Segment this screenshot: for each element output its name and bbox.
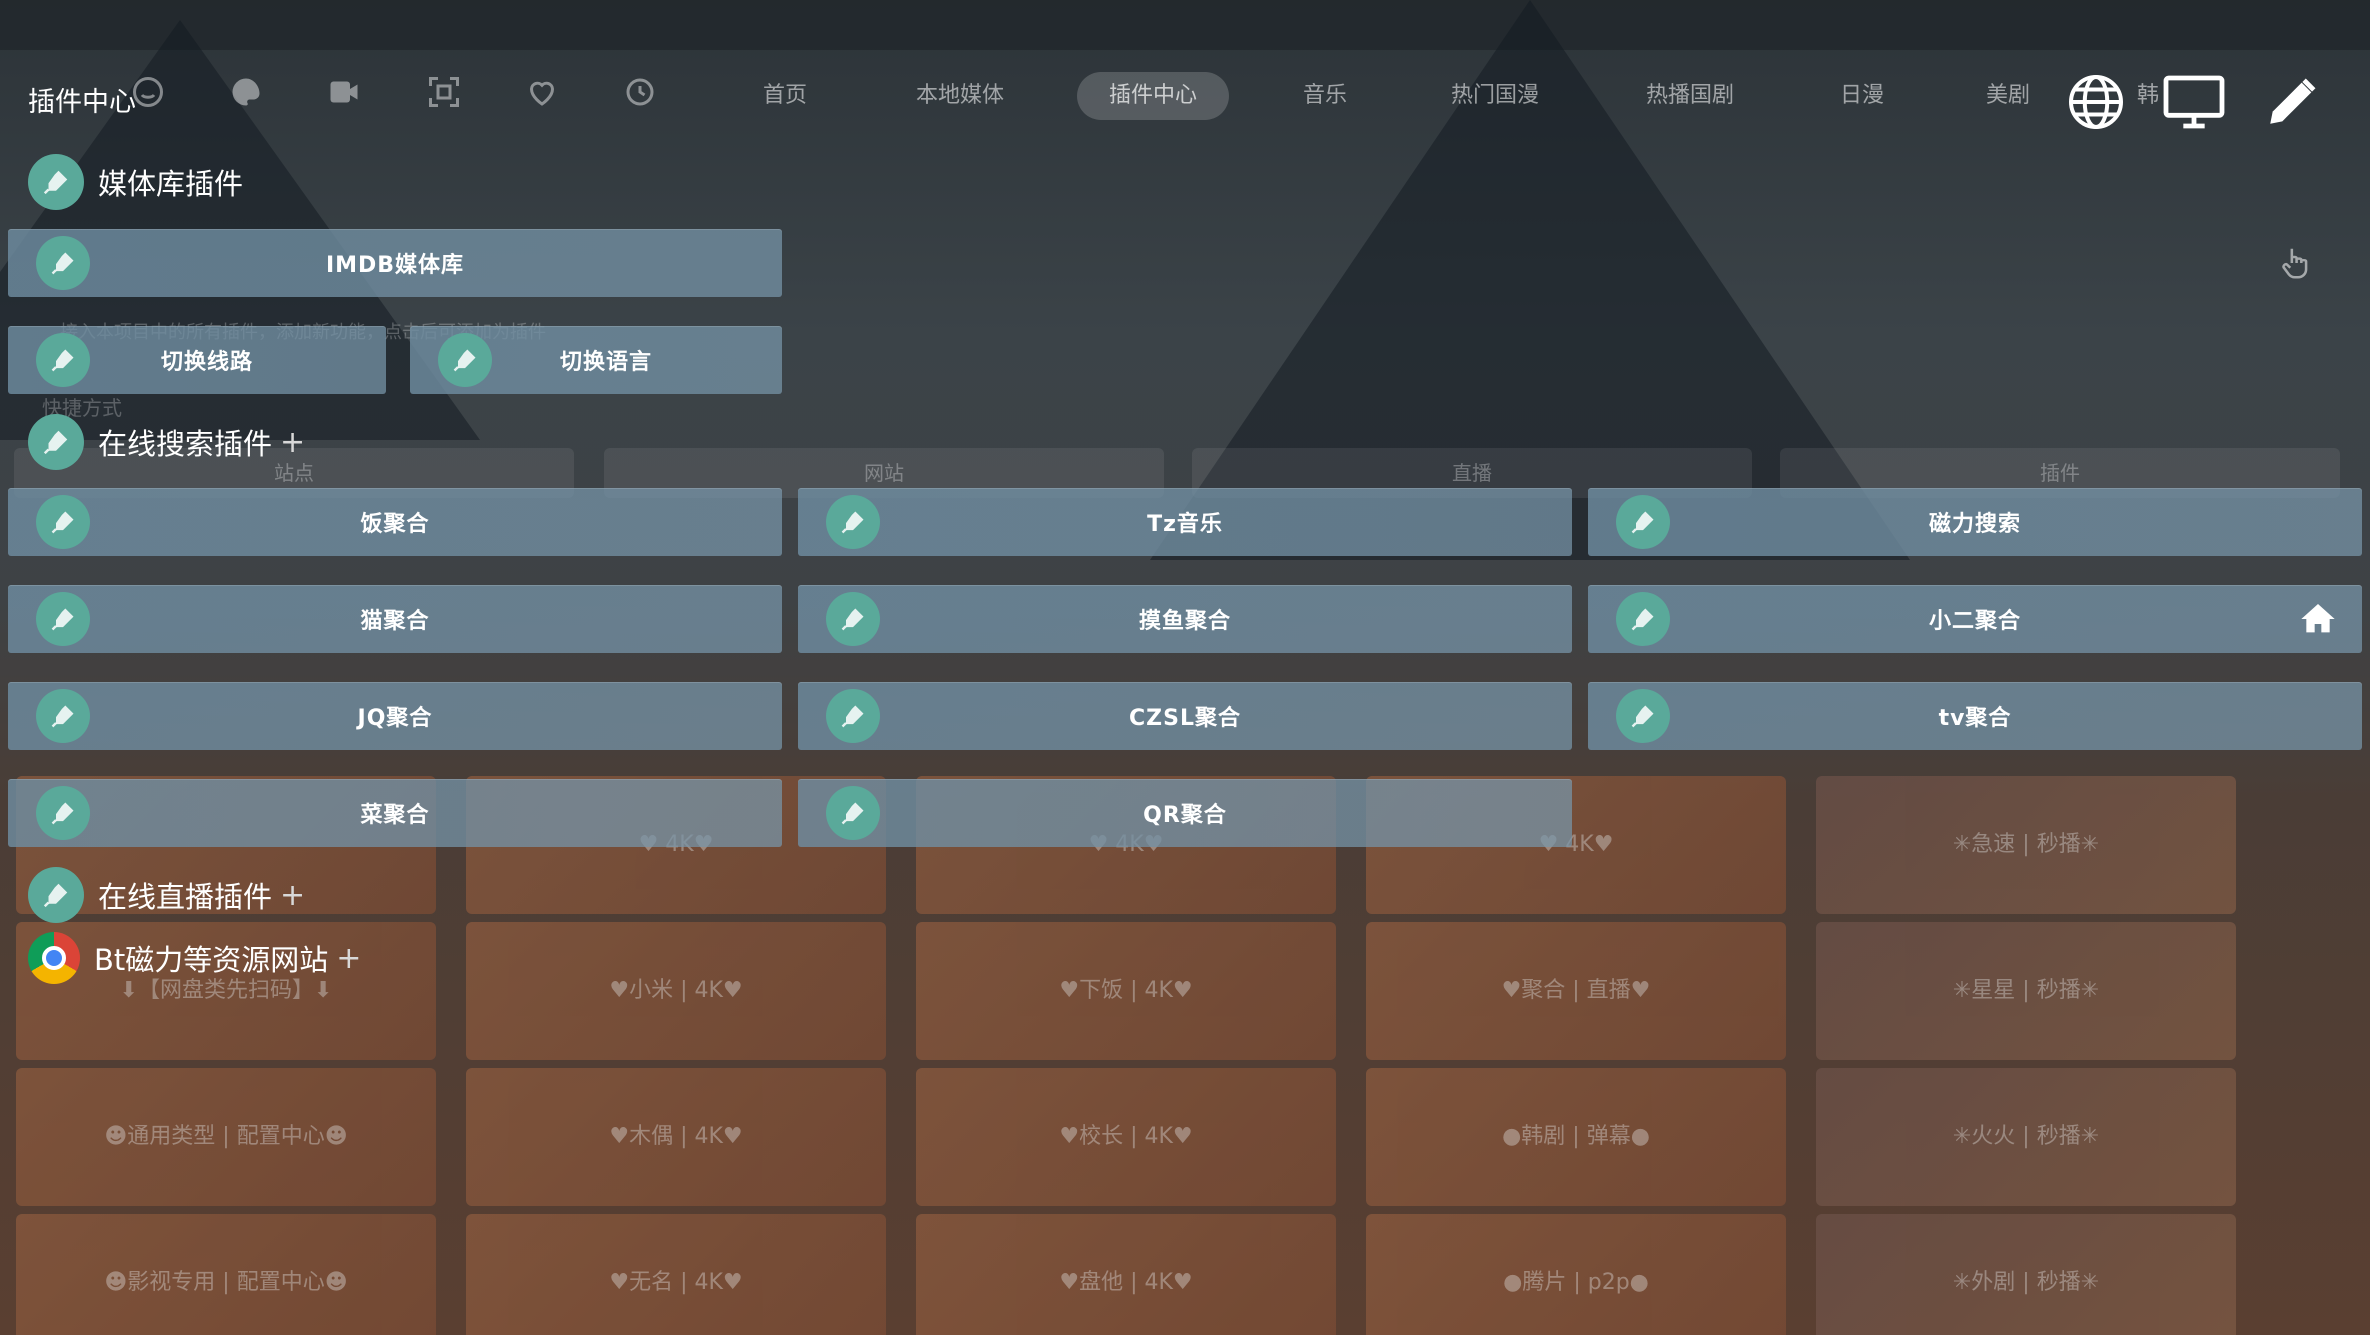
bg-card: ♥盘他 | 4K♥ xyxy=(916,1214,1336,1335)
button-label: JQ聚合 xyxy=(357,706,433,731)
bg-card: ✳外剧 | 秒播✳ xyxy=(1816,1214,2236,1335)
section-media-plugins: 媒体库插件 xyxy=(28,154,243,210)
fan-aggregate-button[interactable]: 饭聚合 xyxy=(8,488,782,556)
bg-card: ●腾片 | p2p● xyxy=(1366,1214,1786,1335)
screen-button[interactable] xyxy=(2162,70,2226,134)
bg-card: ♥无名 | 4K♥ xyxy=(466,1214,886,1335)
button-label: Tz音乐 xyxy=(1147,512,1223,537)
plugin-icon xyxy=(826,689,880,743)
video-icon[interactable] xyxy=(326,74,362,110)
button-label: 猫聚合 xyxy=(360,609,430,634)
bg-card: ●韩剧 | 弹幕● xyxy=(1366,1068,1786,1206)
plugin-icon xyxy=(36,333,90,387)
mao-aggregate-button[interactable]: 猫聚合 xyxy=(8,585,782,653)
globe-button[interactable] xyxy=(2064,70,2128,134)
switch-language-button[interactable]: 切换语言 xyxy=(410,326,782,394)
bg-card: ♥小米 | 4K♥ xyxy=(466,922,886,1060)
bg-card: ♥校长 | 4K♥ xyxy=(916,1068,1336,1206)
czsl-aggregate-button[interactable]: CZSL聚合 xyxy=(798,682,1572,750)
tab-hot-cn-drama[interactable]: 热播国剧 xyxy=(1635,72,1745,120)
add-icon[interactable]: + xyxy=(280,425,305,460)
switch-line-button[interactable]: 切换线路 xyxy=(8,326,386,394)
globe-icon xyxy=(2069,75,2123,129)
button-label: 磁力搜索 xyxy=(1928,512,2021,537)
xiaoer-aggregate-button[interactable]: 小二聚合 xyxy=(1588,585,2362,653)
tv-aggregate-button[interactable]: tv聚合 xyxy=(1588,682,2362,750)
background-layer: 首页 本地媒体 插件中心 音乐 热门国漫 热播国剧 日漫 美剧 韩 接入本项目中… xyxy=(0,0,2370,1335)
tab-music[interactable]: 音乐 xyxy=(1295,72,1355,120)
button-label: 摸鱼聚合 xyxy=(1138,609,1231,634)
plugin-icon xyxy=(826,495,880,549)
bg-card: ♥聚合 | 直播♥ xyxy=(1366,922,1786,1060)
tz-music-button[interactable]: Tz音乐 xyxy=(798,488,1572,556)
section-label: 在线直播插件 xyxy=(98,880,273,914)
tab-hot-donghua[interactable]: 热门国漫 xyxy=(1440,72,1550,120)
edit-button[interactable] xyxy=(2260,70,2324,134)
bg-card: ✳火火 | 秒播✳ xyxy=(1816,1068,2236,1206)
section-bt-resource-sites[interactable]: Bt磁力等资源网站 + xyxy=(28,930,361,986)
cai-aggregate-button[interactable]: 菜聚合 xyxy=(8,779,782,847)
bg-card: ✳星星 | 秒播✳ xyxy=(1816,922,2236,1060)
bg-card: ✳急速 | 秒播✳ xyxy=(1816,776,2236,914)
button-label: 菜聚合 xyxy=(360,803,430,828)
section-online-search-plugins[interactable]: 在线搜索插件 + xyxy=(28,414,305,470)
qr-aggregate-button[interactable]: QR聚合 xyxy=(798,779,1572,847)
history-icon[interactable] xyxy=(622,74,658,110)
bg-card: ☻通用类型 | 配置中心☻ xyxy=(16,1068,436,1206)
magnet-search-button[interactable]: 磁力搜索 xyxy=(1588,488,2362,556)
add-icon[interactable]: + xyxy=(280,878,305,913)
page-title: 插件中心 xyxy=(28,87,136,118)
plugin-icon xyxy=(36,786,90,840)
plugin-icon xyxy=(438,333,492,387)
tab-us-drama[interactable]: 美剧 xyxy=(1978,72,2038,120)
monitor-icon xyxy=(2163,75,2225,129)
plugin-icon xyxy=(36,495,90,549)
button-label: IMDB媒体库 xyxy=(325,253,465,278)
plugin-icon xyxy=(1616,592,1670,646)
section-label: 在线搜索插件 xyxy=(98,427,273,461)
tab-plugin-center[interactable]: 插件中心 xyxy=(1077,72,1229,120)
heart-icon[interactable] xyxy=(524,74,560,110)
section-label: Bt磁力等资源网站 xyxy=(94,943,329,977)
section-label: 媒体库插件 xyxy=(98,167,244,201)
palette-icon[interactable] xyxy=(228,74,264,110)
add-icon[interactable]: + xyxy=(336,941,361,976)
hand-pointer-icon xyxy=(2282,248,2308,279)
plugin-icon xyxy=(28,154,84,210)
bg-card: ☻影视专用 | 配置中心☻ xyxy=(16,1214,436,1335)
button-label: CZSL聚合 xyxy=(1129,706,1241,731)
browser-icon xyxy=(28,932,80,984)
button-label: 饭聚合 xyxy=(360,512,430,537)
moyu-aggregate-button[interactable]: 摸鱼聚合 xyxy=(798,585,1572,653)
tab-local-media[interactable]: 本地媒体 xyxy=(900,72,1020,120)
bg-card: ♥下饭 | 4K♥ xyxy=(916,922,1336,1060)
button-label: tv聚合 xyxy=(1938,706,2012,731)
tab-home[interactable]: 首页 xyxy=(755,72,815,120)
plugin-icon xyxy=(36,689,90,743)
home-icon[interactable] xyxy=(2298,599,2338,639)
plugin-icon xyxy=(826,592,880,646)
tab-anime[interactable]: 日漫 xyxy=(1832,72,1892,120)
plugin-icon xyxy=(1616,689,1670,743)
plugin-icon xyxy=(36,592,90,646)
button-label: 小二聚合 xyxy=(1928,609,2021,634)
imdb-media-button[interactable]: IMDB媒体库 xyxy=(8,229,782,297)
plugin-icon xyxy=(1616,495,1670,549)
button-label: QR聚合 xyxy=(1143,803,1227,828)
plugin-icon xyxy=(28,414,84,470)
plugin-icon xyxy=(28,867,84,923)
jq-aggregate-button[interactable]: JQ聚合 xyxy=(8,682,782,750)
bg-card: ♥木偶 | 4K♥ xyxy=(466,1068,886,1206)
section-online-live-plugins[interactable]: 在线直播插件 + xyxy=(28,867,305,923)
scan-icon[interactable] xyxy=(426,74,462,110)
plugin-icon xyxy=(36,236,90,290)
edit-icon xyxy=(2270,78,2316,124)
plugin-icon xyxy=(826,786,880,840)
